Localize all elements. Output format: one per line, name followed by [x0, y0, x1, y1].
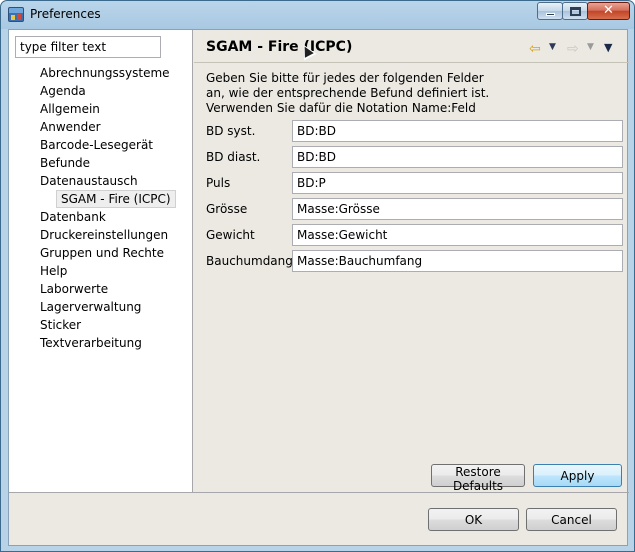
- filter-input[interactable]: [15, 36, 161, 58]
- intro-text: Geben Sie bitte für jedes der folgenden …: [206, 71, 626, 116]
- maximize-button[interactable]: [562, 2, 588, 20]
- dialog-client-area: Abrechnungssysteme Agenda Allgemein Anwe…: [8, 29, 629, 546]
- arrow-left-icon[interactable]: ⇦: [529, 41, 541, 57]
- ok-button[interactable]: OK: [428, 508, 519, 531]
- footer-divider: [9, 492, 629, 493]
- intro-line-1: Geben Sie bitte für jedes der folgenden …: [206, 71, 484, 85]
- preference-tree-pane: Abrechnungssysteme Agenda Allgemein Anwe…: [9, 30, 193, 492]
- bd-syst-field[interactable]: [292, 120, 623, 142]
- tree-item-anwender[interactable]: Anwender: [40, 119, 101, 135]
- restore-defaults-button[interactable]: Restore Defaults: [431, 464, 525, 493]
- cancel-button[interactable]: Cancel: [526, 508, 617, 531]
- tree-item-datenbank[interactable]: Datenbank: [40, 209, 106, 225]
- tree-item-gruppen-und-rechte[interactable]: Gruppen und Rechte: [40, 245, 164, 261]
- groesse-field[interactable]: [292, 198, 623, 220]
- tree-item-befunde[interactable]: Befunde: [40, 155, 90, 171]
- tree-item-sticker[interactable]: Sticker: [40, 317, 81, 333]
- tree-item-abrechnungssysteme[interactable]: Abrechnungssysteme: [40, 65, 170, 81]
- title-bar[interactable]: Preferences ✕: [1, 1, 634, 28]
- tree-item-barcode-lesegeraet[interactable]: Barcode-Lesegerät: [40, 137, 153, 153]
- back-dropdown-icon[interactable]: ▼: [549, 42, 556, 52]
- tree-item-allgemein[interactable]: Allgemein: [40, 101, 100, 117]
- gewicht-label: Gewicht: [206, 228, 255, 242]
- puls-label: Puls: [206, 176, 231, 190]
- apply-button[interactable]: Apply: [533, 464, 622, 487]
- puls-field[interactable]: [292, 172, 623, 194]
- tree-item-textverarbeitung[interactable]: Textverarbeitung: [40, 335, 142, 351]
- intro-line-2: an, wie der entsprechende Befund definie…: [206, 86, 490, 100]
- bauchumfang-label: Bauchumdang: [206, 254, 293, 268]
- close-button[interactable]: ✕: [587, 2, 630, 20]
- view-menu-icon[interactable]: ▼: [604, 41, 612, 54]
- groesse-label: Grösse: [206, 202, 248, 216]
- bd-diast-label: BD diast.: [206, 150, 261, 164]
- preference-page: SGAM - Fire (ICPC) ⇦ ▼ ⇨ ▼ ▼ Geben Sie b…: [194, 30, 629, 493]
- tree-item-sgam-fire-selected[interactable]: SGAM - Fire (ICPC): [56, 190, 176, 208]
- header-divider: [194, 62, 629, 63]
- gewicht-field[interactable]: [292, 224, 623, 246]
- intro-line-3: Verwenden Sie dafür die Notation Name:Fe…: [206, 101, 476, 115]
- tree-item-datenaustausch[interactable]: Datenaustausch: [40, 173, 138, 189]
- tree-item-laborwerte[interactable]: Laborwerte: [40, 281, 108, 297]
- tree-item-druckereinstellungen[interactable]: Druckereinstellungen: [40, 227, 168, 243]
- minimize-icon: [546, 13, 555, 16]
- forward-dropdown-icon[interactable]: ▼: [587, 42, 594, 52]
- window-title: Preferences: [30, 7, 101, 21]
- tree-item-help[interactable]: Help: [40, 263, 67, 279]
- preferences-window: Preferences ✕ Abrechnungssysteme Agenda …: [0, 0, 635, 552]
- tree-item-lagerverwaltung[interactable]: Lagerverwaltung: [40, 299, 141, 315]
- page-title: SGAM - Fire (ICPC): [206, 39, 353, 55]
- minimize-button[interactable]: [537, 2, 563, 20]
- close-icon: ✕: [603, 3, 614, 18]
- bd-syst-label: BD syst.: [206, 124, 256, 138]
- app-icon: [8, 7, 24, 22]
- bd-diast-field[interactable]: [292, 146, 623, 168]
- maximize-icon: [570, 7, 581, 16]
- arrow-right-icon[interactable]: ⇨: [567, 41, 579, 57]
- tree-item-agenda[interactable]: Agenda: [40, 83, 86, 99]
- bauchumfang-field[interactable]: [292, 250, 623, 272]
